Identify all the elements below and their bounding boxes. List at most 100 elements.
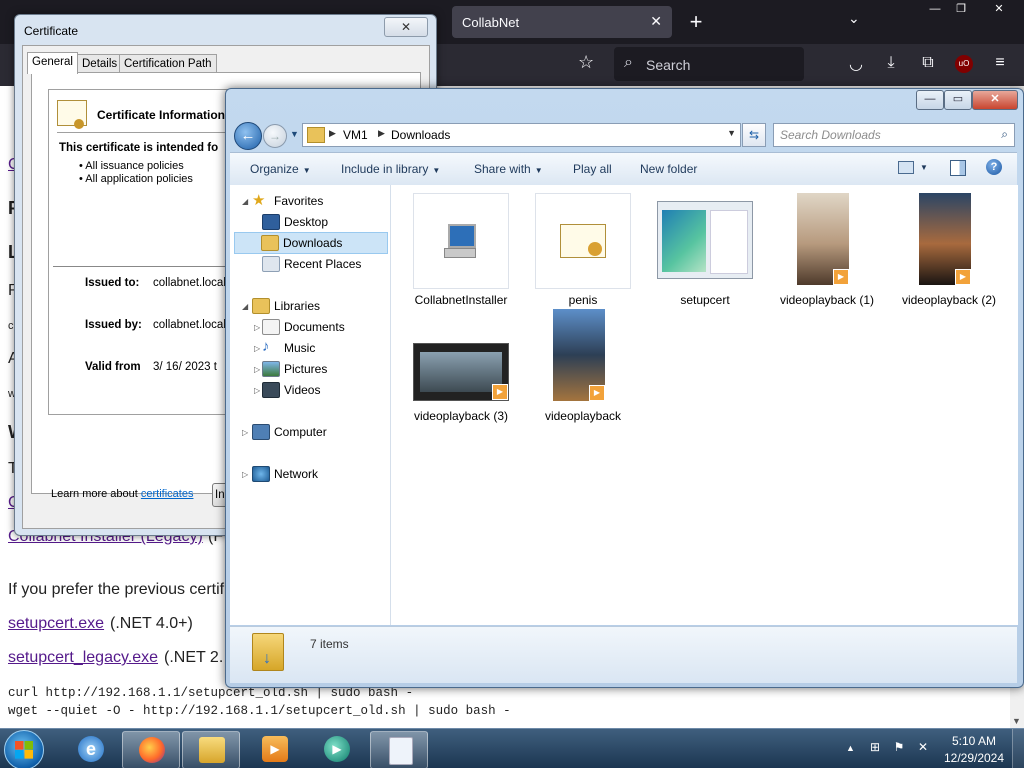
show-desktop-button[interactable] (1012, 729, 1024, 768)
browser-close-button[interactable]: ✕ (982, 0, 1016, 18)
nav-pictures[interactable]: Pictures (262, 359, 386, 379)
media-center-icon: ▶ (324, 736, 350, 762)
issued-by-label: Issued by: (85, 319, 142, 331)
change-view-icon[interactable] (898, 161, 914, 174)
video-thumbnail: ▶ (797, 193, 849, 285)
action-center-flag-icon[interactable]: ⚑ (892, 740, 906, 754)
collapse-icon[interactable]: ◢ (242, 302, 248, 311)
notepad-taskbar-button[interactable] (370, 731, 428, 768)
expand-icon[interactable]: ▷ (254, 323, 260, 332)
tab-close-icon[interactable]: ✕ (650, 13, 662, 30)
start-button[interactable] (4, 730, 44, 768)
nav-recent-places[interactable]: Recent Places (262, 254, 386, 274)
play-all-button[interactable]: Play all (573, 162, 612, 176)
issued-to-value: collabnet.local (153, 277, 226, 289)
chevron-right-icon[interactable]: ▶ (378, 128, 385, 139)
preview-pane-icon[interactable] (950, 160, 966, 176)
certificates-link[interactable]: certificates (141, 488, 194, 500)
setupcert-link[interactable]: setupcert.exe (8, 615, 104, 633)
tab-general[interactable]: General (27, 52, 78, 74)
browser-search-box[interactable]: ⌕ Search (614, 47, 804, 81)
extensions-icon[interactable]: ⧉ (917, 54, 939, 72)
clock-time[interactable]: 5:10 AM (944, 734, 1004, 748)
media-player-taskbar-button[interactable]: ▶ (246, 731, 302, 767)
expand-icon[interactable]: ▷ (242, 470, 248, 479)
search-downloads-input[interactable]: Search Downloads ⌕ (773, 123, 1015, 147)
setupcert-legacy-link[interactable]: setupcert_legacy.exe (8, 649, 158, 667)
breadcrumb-downloads[interactable]: Downloads (391, 128, 450, 142)
tab-details[interactable]: Details (77, 54, 123, 73)
recent-pages-dropdown-icon[interactable]: ▼ (290, 129, 299, 139)
view-options-dropdown-icon[interactable]: ▼ (920, 163, 928, 172)
expand-icon[interactable]: ▷ (254, 344, 260, 353)
firefox-taskbar-button[interactable] (122, 731, 180, 768)
expand-icon[interactable]: ▷ (242, 428, 248, 437)
new-folder-button[interactable]: New folder (640, 162, 697, 176)
forward-button[interactable]: → (263, 124, 287, 148)
policy-bullet: • All issuance policies (79, 160, 184, 172)
nav-videos[interactable]: Videos (262, 380, 386, 400)
setupcert-legacy-suffix: (.NET 2. (164, 649, 224, 666)
new-tab-button[interactable]: + (684, 8, 708, 36)
menu-hamburger-icon[interactable]: ≡ (989, 54, 1011, 72)
search-icon: ⌕ (1001, 127, 1008, 141)
valid-from-value: 3/ 16/ 2023 t (153, 361, 217, 373)
chevron-right-icon[interactable]: ▶ (329, 128, 336, 139)
code-line: wget --quiet -O - http://192.168.1.1/set… (8, 704, 511, 718)
nav-downloads[interactable]: Downloads (234, 232, 388, 254)
show-hidden-icons-button[interactable]: ▲ (846, 743, 855, 753)
address-dropdown-icon[interactable]: ▼ (727, 128, 736, 138)
nav-libraries[interactable]: Libraries (252, 296, 382, 316)
nav-computer[interactable]: Computer (252, 422, 382, 442)
videos-icon (262, 382, 280, 398)
refresh-button[interactable]: ⇆ (742, 123, 766, 147)
include-in-library-button[interactable]: Include in library ▼ (341, 162, 440, 176)
breadcrumb-vm1[interactable]: VM1 (343, 128, 368, 142)
ublock-origin-icon[interactable]: uO (955, 55, 973, 73)
folder-icon (199, 737, 225, 763)
issued-by-value: collabnet.local (153, 319, 226, 331)
windows-explorer-taskbar-button[interactable] (182, 731, 240, 768)
video-thumbnail: ▶ (919, 193, 971, 285)
nav-network[interactable]: Network (252, 464, 382, 484)
policy-bullet: • All application policies (79, 173, 193, 185)
address-bar[interactable]: ▶ VM1 ▶ Downloads ▼ (302, 123, 741, 147)
file-list: CollabnetInstaller penis setupcert ▶ vid… (391, 185, 1018, 625)
expand-icon[interactable]: ▷ (254, 386, 260, 395)
learn-more-prefix: Learn more about (51, 488, 141, 500)
explorer-minimize-button[interactable]: — (916, 90, 944, 110)
learn-more-text: Learn more about certificates (51, 488, 193, 500)
clock-date[interactable]: 12/29/2024 (936, 751, 1012, 765)
share-with-button[interactable]: Share with ▼ (474, 162, 543, 176)
music-icon: ♪ (262, 338, 270, 355)
internet-explorer-taskbar-button[interactable]: e (62, 731, 118, 767)
explorer-close-button[interactable]: ✕ (972, 90, 1018, 110)
tab-title: CollabNet (462, 15, 520, 30)
dialog-close-button[interactable]: ✕ (384, 17, 428, 37)
bookmark-star-icon[interactable]: ☆ (578, 52, 594, 73)
volume-muted-icon[interactable]: ✕ (916, 740, 930, 754)
expand-icon[interactable]: ▷ (254, 365, 260, 374)
organize-button[interactable]: Organize ▼ (250, 162, 311, 176)
network-tray-icon[interactable]: ⊞ (868, 740, 882, 754)
list-all-tabs-button[interactable]: ⌄ (848, 10, 860, 27)
tab-certification-path[interactable]: Certification Path (119, 54, 217, 73)
nav-favorites[interactable]: ★ Favorites (252, 191, 382, 211)
browser-restore-button[interactable]: ❐ (944, 0, 978, 18)
pictures-icon (262, 361, 280, 377)
media-center-taskbar-button[interactable]: ▶ (308, 731, 364, 767)
back-button[interactable]: ← (234, 122, 262, 150)
downloads-icon[interactable]: ⤓ (880, 54, 902, 72)
explorer-maximize-button[interactable]: ▭ (944, 90, 972, 110)
documents-icon (262, 319, 280, 335)
pocket-icon[interactable]: ◡ (845, 54, 867, 74)
help-button[interactable]: ? (986, 159, 1002, 175)
nav-desktop[interactable]: Desktop (262, 212, 386, 232)
nav-music[interactable]: ♪ Music (262, 338, 386, 358)
collapse-icon[interactable]: ◢ (242, 197, 248, 206)
certificate-file-icon (535, 193, 631, 289)
nav-documents[interactable]: Documents (262, 317, 386, 337)
browser-tab-collabnet[interactable]: CollabNet ✕ (452, 6, 672, 38)
scroll-down-icon[interactable]: ▼ (1012, 716, 1021, 726)
media-player-icon: ▶ (262, 736, 288, 762)
